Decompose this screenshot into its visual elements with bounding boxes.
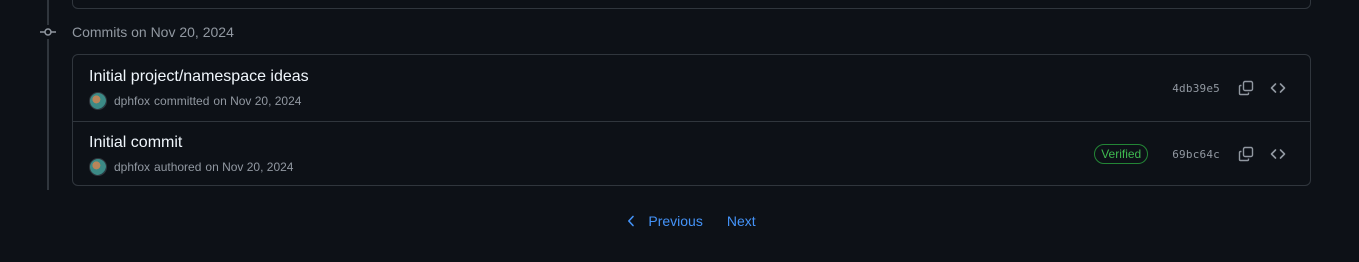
copy-icon	[1238, 80, 1254, 96]
avatar[interactable]	[89, 157, 107, 176]
commit-list: Initial project/namespace ideas dphfox c…	[72, 54, 1311, 186]
copy-sha-button[interactable]	[1230, 74, 1262, 102]
commit-row: Initial commit dphfox authored on Nov 20…	[73, 121, 1310, 185]
commit-date: on Nov 20, 2024	[213, 93, 302, 108]
commit-actions: Verified 69bc64c	[1094, 140, 1294, 168]
previous-page-button[interactable]: Previous	[627, 213, 703, 229]
commit-group-heading: Commits on Nov 20, 2024	[72, 24, 234, 40]
previous-page-label: Previous	[648, 213, 703, 229]
copy-icon	[1238, 146, 1254, 162]
commit-title-link[interactable]: Initial commit	[89, 133, 1094, 153]
commit-sha-link[interactable]: 69bc64c	[1172, 148, 1220, 161]
commit-author-link[interactable]: dphfox	[114, 93, 150, 109]
commit-meta: dphfox committed on Nov 20, 2024	[89, 91, 1172, 110]
verified-badge[interactable]: Verified	[1094, 144, 1149, 164]
commit-sha-link[interactable]: 4db39e5	[1172, 82, 1220, 95]
chevron-left-icon	[628, 215, 635, 227]
commits-page: Commits on Nov 20, 2024 Initial project/…	[0, 0, 1359, 262]
code-icon	[1270, 149, 1286, 159]
commit-action: committed	[154, 93, 210, 108]
git-commit-icon	[39, 25, 57, 39]
avatar[interactable]	[89, 91, 107, 110]
pagination: Previous Next	[0, 213, 1359, 229]
previous-commit-group-box	[72, 0, 1311, 9]
code-icon	[1270, 83, 1286, 93]
copy-sha-button[interactable]	[1230, 140, 1262, 168]
commit-row: Initial project/namespace ideas dphfox c…	[73, 55, 1310, 121]
browse-repo-at-commit-button[interactable]	[1262, 140, 1294, 168]
commit-main: Initial project/namespace ideas dphfox c…	[89, 67, 1172, 110]
commit-actions: 4db39e5	[1172, 74, 1294, 102]
commit-date: on Nov 20, 2024	[205, 159, 294, 174]
commit-action: authored	[154, 159, 202, 174]
commit-meta: dphfox authored on Nov 20, 2024	[89, 157, 1094, 176]
commit-title-link[interactable]: Initial project/namespace ideas	[89, 67, 1172, 87]
commit-main: Initial commit dphfox authored on Nov 20…	[89, 133, 1094, 176]
commit-author-link[interactable]: dphfox	[114, 159, 150, 175]
browse-repo-at-commit-button[interactable]	[1262, 74, 1294, 102]
next-page-label: Next	[726, 213, 756, 229]
next-page-button[interactable]: Next	[727, 213, 756, 229]
